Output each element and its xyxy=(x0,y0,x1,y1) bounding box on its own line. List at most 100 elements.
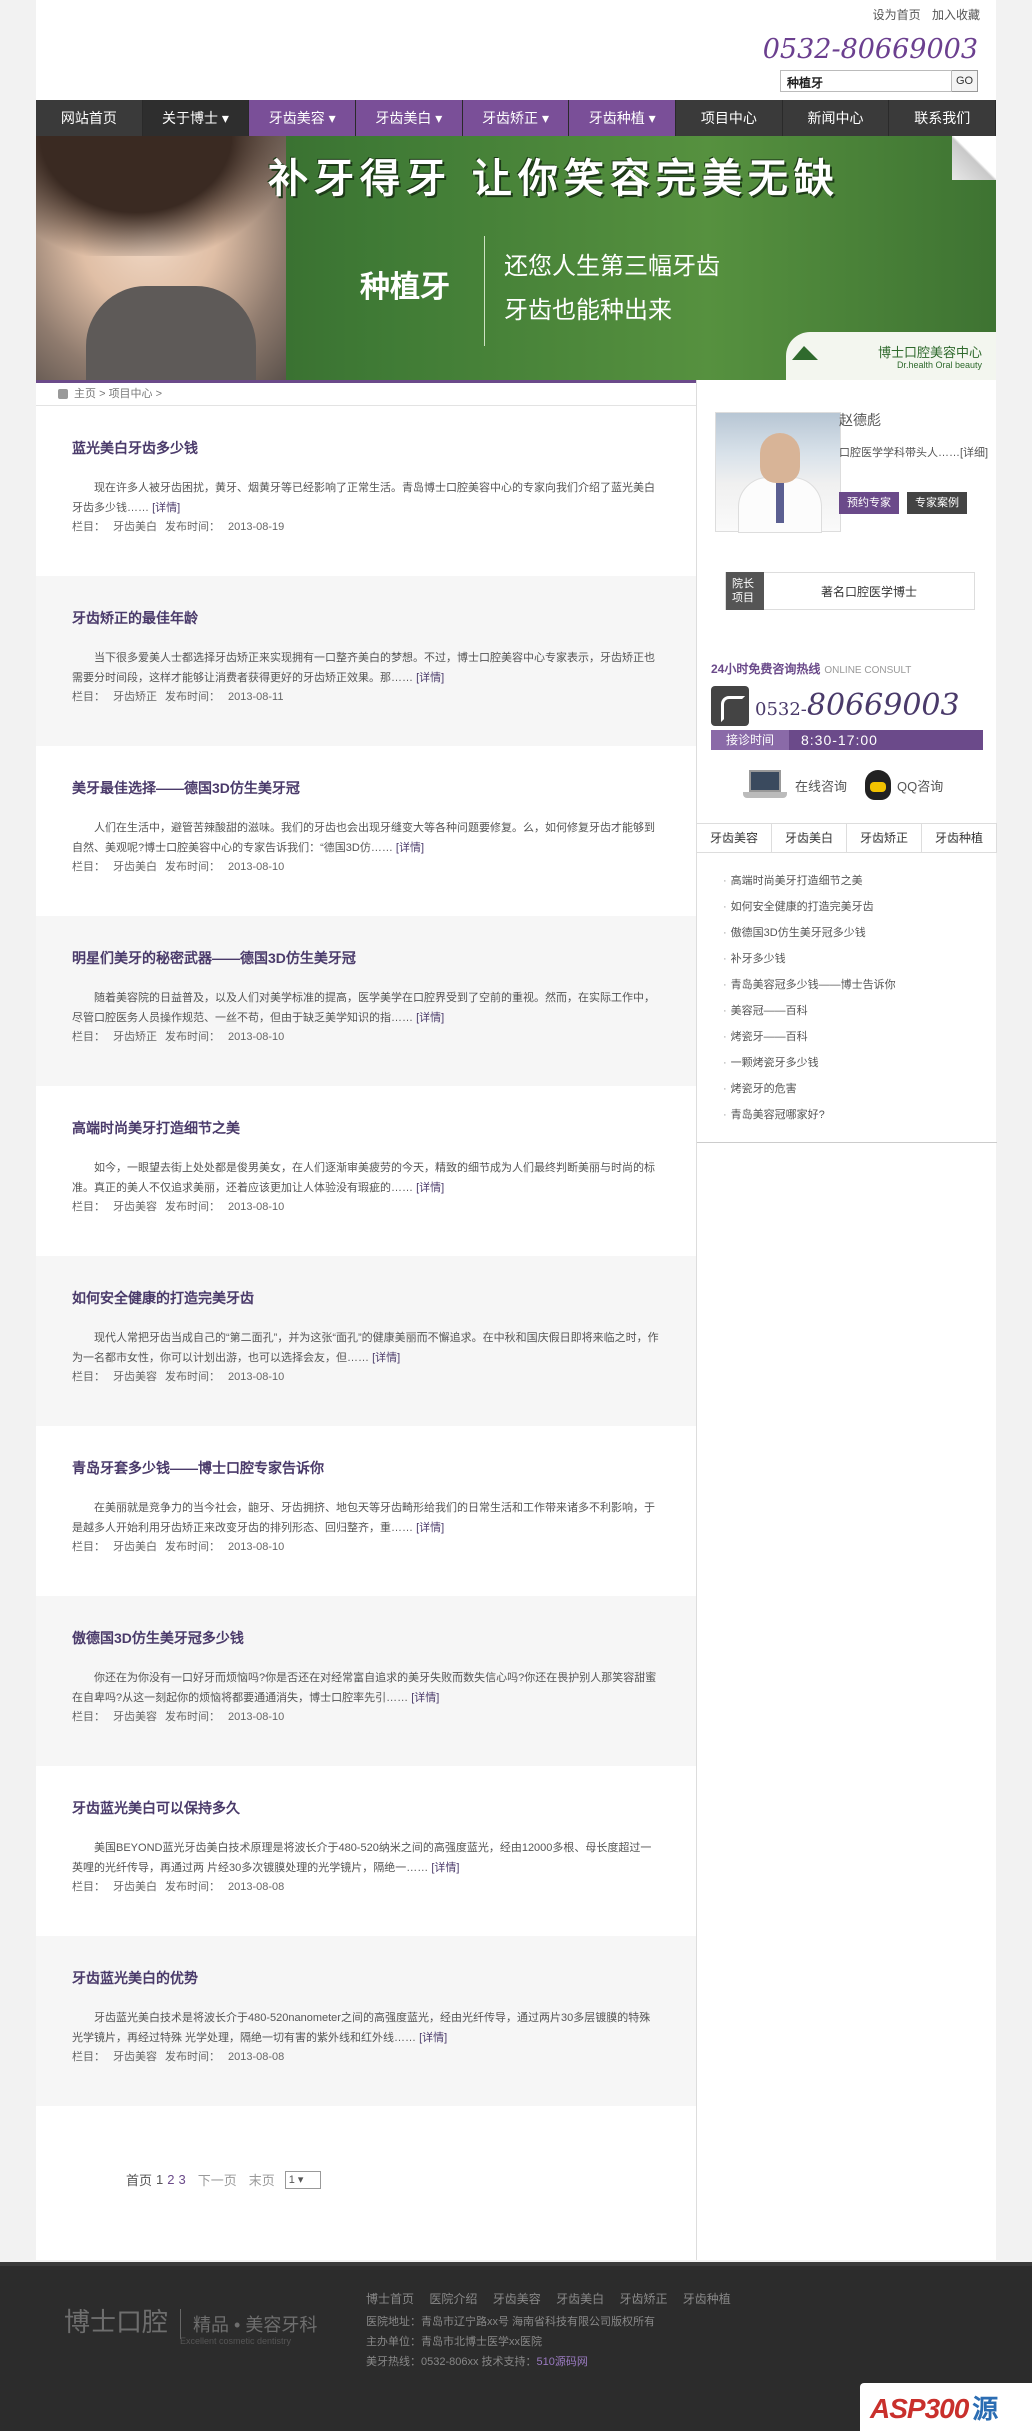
article-title[interactable]: 青岛牙套多少钱——博士口腔专家告诉你 xyxy=(72,1458,660,1478)
article-title[interactable]: 美牙最佳选择——德国3D仿生美牙冠 xyxy=(72,778,660,798)
article-more-link[interactable]: [详情] xyxy=(431,1862,459,1874)
article-category[interactable]: 牙齿美白 xyxy=(113,861,157,873)
article-more-link[interactable]: [详情] xyxy=(152,502,180,514)
article-title[interactable]: 傲德国3D仿生美牙冠多少钱 xyxy=(72,1628,660,1648)
page-curl-decoration xyxy=(952,136,996,180)
nav-whitening[interactable]: 牙齿美白 ▾ xyxy=(356,100,463,136)
article-category[interactable]: 牙齿美白 xyxy=(113,521,157,533)
article-date: 2013-08-10 xyxy=(228,1711,285,1723)
article-category[interactable]: 牙齿美容 xyxy=(113,1371,157,1383)
qq-consult-button[interactable]: QQ咨询 xyxy=(865,770,943,800)
page-first[interactable]: 首页 xyxy=(126,2170,152,2189)
page-last[interactable]: 末页 xyxy=(249,2170,275,2189)
breadcrumb-home[interactable]: 主页 xyxy=(74,383,96,405)
page-next[interactable]: 下一页 xyxy=(198,2170,237,2189)
article-category[interactable]: 牙齿美容 xyxy=(113,2051,157,2063)
article-more-link[interactable]: [详情] xyxy=(419,2032,447,2044)
online-consult-button[interactable]: 在线咨询 xyxy=(743,770,847,800)
list-item[interactable]: 青岛美容冠哪家好? xyxy=(723,1102,983,1128)
article-meta: 栏目： 牙齿美白 发布时间： 2013-08-19 xyxy=(72,521,285,533)
article-more-link[interactable]: [详情] xyxy=(372,1352,400,1364)
article-excerpt: 牙齿蓝光美白技术是将波长介于480-520nanometer之间的高强度蓝光，经… xyxy=(72,2012,651,2044)
article-category[interactable]: 牙齿美容 xyxy=(113,1201,157,1213)
list-item[interactable]: 高端时尚美牙打造细节之美 xyxy=(723,868,983,894)
nav-news[interactable]: 新闻中心 xyxy=(783,100,890,136)
article-more-link[interactable]: [详情] xyxy=(396,842,424,854)
article-date: 2013-08-10 xyxy=(228,1371,285,1383)
tab-article-list: 高端时尚美牙打造细节之美 如何安全健康的打造完美牙齿 傲德国3D仿生美牙冠多少钱… xyxy=(723,868,983,1128)
search-button[interactable]: GO xyxy=(952,70,978,92)
add-favorite-link[interactable]: 加入收藏 xyxy=(932,8,980,22)
list-item[interactable]: 补牙多少钱 xyxy=(723,946,983,972)
footer-link-whitening[interactable]: 牙齿美白 xyxy=(556,2292,604,2306)
article-more-link[interactable]: [详情] xyxy=(416,1182,444,1194)
article-title[interactable]: 牙齿矫正的最佳年龄 xyxy=(72,608,660,628)
hotline-title: 24小时免费咨询热线 ONLINE CONSULT xyxy=(711,662,912,676)
book-expert-button[interactable]: 预约专家 xyxy=(839,492,899,514)
article-title[interactable]: 如何安全健康的打造完美牙齿 xyxy=(72,1288,660,1308)
article-excerpt: 如今，一眼望去街上处处都是俊男美女，在人们逐渐审美疲劳的今天，精致的细节成为人们… xyxy=(72,1162,655,1194)
article-more-link[interactable]: [详情] xyxy=(416,1012,444,1024)
article-category[interactable]: 牙齿矫正 xyxy=(113,1031,157,1043)
page-select[interactable]: 1 ▾ xyxy=(284,2170,321,2189)
article-title[interactable]: 高端时尚美牙打造细节之美 xyxy=(72,1118,660,1138)
list-item[interactable]: 傲德国3D仿生美牙冠多少钱 xyxy=(723,920,983,946)
search-input[interactable]: 种植牙 xyxy=(780,70,952,92)
nav-about[interactable]: 关于博士 ▾ xyxy=(142,100,250,136)
footer-link-orthodontics[interactable]: 牙齿矫正 xyxy=(619,2292,667,2306)
article-excerpt: 你还在为你没有一口好牙而烦恼吗?你是否还在对经常富自追求的美牙失败而数失信心吗?… xyxy=(72,1672,657,1704)
article-title[interactable]: 蓝光美白牙齿多少钱 xyxy=(72,438,660,458)
tab-whitening[interactable]: 牙齿美白 xyxy=(772,824,847,852)
page-2[interactable]: 2 xyxy=(167,2172,174,2187)
article-title[interactable]: 牙齿蓝光美白的优势 xyxy=(72,1968,660,1988)
director-label: 院长项目 xyxy=(726,572,764,610)
list-item[interactable]: 青岛美容冠多少钱——博士告诉你 xyxy=(723,972,983,998)
breadcrumb-section[interactable]: 项目中心 xyxy=(109,383,153,405)
article-date: 2013-08-11 xyxy=(228,691,284,703)
list-item[interactable]: 烤瓷牙——百科 xyxy=(723,1024,983,1050)
banner-line2: 牙齿也能种出来 xyxy=(504,296,672,324)
director-project-box[interactable]: 院长项目 著名口腔医学博士 xyxy=(725,572,975,610)
nav-contact[interactable]: 联系我们 xyxy=(889,100,997,136)
list-item[interactable]: 如何安全健康的打造完美牙齿 xyxy=(723,894,983,920)
article-meta: 栏目： 牙齿美容 发布时间： 2013-08-10 xyxy=(72,1371,285,1383)
tech-support-link[interactable]: 510源码网 xyxy=(537,2356,588,2368)
nav-implants[interactable]: 牙齿种植 ▾ xyxy=(569,100,677,136)
nav-orthodontics[interactable]: 牙齿矫正 ▾ xyxy=(462,100,570,136)
article-date: 2013-08-10 xyxy=(228,1541,285,1553)
list-item[interactable]: 一颗烤瓷牙多少钱 xyxy=(723,1050,983,1076)
list-item[interactable]: 烤瓷牙的危害 xyxy=(723,1076,983,1102)
footer-link-about[interactable]: 医院介绍 xyxy=(429,2292,477,2306)
article-date: 2013-08-08 xyxy=(228,1881,285,1893)
list-item[interactable]: 美容冠——百科 xyxy=(723,998,983,1024)
page-3[interactable]: 3 xyxy=(178,2172,185,2187)
article-category[interactable]: 牙齿美容 xyxy=(113,1711,157,1723)
footer-link-implants[interactable]: 牙齿种植 xyxy=(683,2292,731,2306)
tab-cosmetic[interactable]: 牙齿美容 xyxy=(697,824,772,852)
article-item: 牙齿蓝光美白可以保持多久 美国BEYOND蓝光牙齿美白技术原理是将波长介于480… xyxy=(36,1766,696,1936)
nav-cosmetic[interactable]: 牙齿美容 ▾ xyxy=(249,100,357,136)
article-title[interactable]: 牙齿蓝光美白可以保持多久 xyxy=(72,1798,660,1818)
article-item: 青岛牙套多少钱——博士口腔专家告诉你 在美丽就是竞争力的当今社会，龅牙、牙齿拥挤… xyxy=(36,1426,696,1596)
article-category[interactable]: 牙齿美白 xyxy=(113,1881,157,1893)
article-more-link[interactable]: [详情] xyxy=(416,672,444,684)
set-homepage-link[interactable]: 设为首页 xyxy=(873,8,921,22)
expert-cases-button[interactable]: 专家案例 xyxy=(907,492,967,514)
article-title[interactable]: 明星们美牙的秘密武器——德国3D仿生美牙冠 xyxy=(72,948,660,968)
article-more-link[interactable]: [详情] xyxy=(411,1692,439,1704)
footer-link-home[interactable]: 博士首页 xyxy=(366,2292,414,2306)
article-item: 美牙最佳选择——德国3D仿生美牙冠 人们在生活中，避管苦辣酸甜的滋味。我们的牙齿… xyxy=(36,746,696,916)
nav-projects[interactable]: 项目中心 xyxy=(676,100,783,136)
article-category[interactable]: 牙齿美白 xyxy=(113,1541,157,1553)
tab-implants[interactable]: 牙齿种植 xyxy=(922,824,997,852)
article-more-link[interactable]: [详情] xyxy=(416,1522,444,1534)
main-nav: 网站首页 关于博士 ▾ 牙齿美容 ▾ 牙齿美白 ▾ 牙齿矫正 ▾ 牙齿种植 ▾ … xyxy=(36,100,997,136)
nav-home[interactable]: 网站首页 xyxy=(36,100,143,136)
article-category[interactable]: 牙齿矫正 xyxy=(113,691,157,703)
tab-orthodontics[interactable]: 牙齿矫正 xyxy=(847,824,922,852)
article-excerpt: 美国BEYOND蓝光牙齿美白技术原理是将波长介于480-520纳米之间的高强度蓝… xyxy=(72,1842,652,1874)
doctor-title[interactable]: 口腔医学学科带头人……[详细] xyxy=(839,442,989,464)
footer-link-cosmetic[interactable]: 牙齿美容 xyxy=(493,2292,541,2306)
search-bar: 种植牙 GO xyxy=(780,70,978,92)
top-links: 设为首页 加入收藏 xyxy=(865,6,980,23)
